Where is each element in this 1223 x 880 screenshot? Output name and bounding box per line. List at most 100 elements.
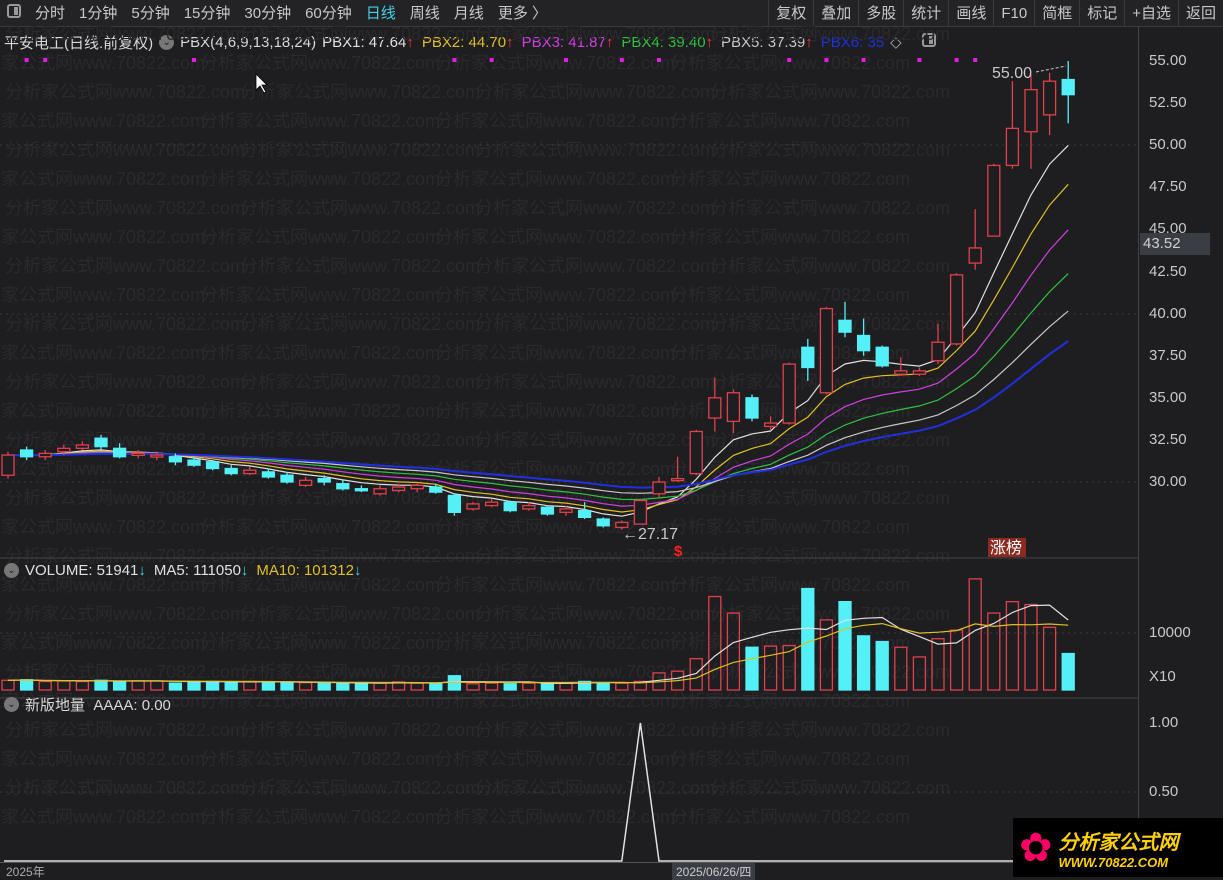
watermark-text: 分析家公式网www.70822.com: [710, 82, 950, 102]
volume-bar: [466, 683, 480, 691]
signal-dot: [619, 58, 624, 62]
watermark-text: 分析家公式网www.70822.com: [670, 633, 910, 653]
volume-bar: [373, 682, 387, 691]
candlestick: [373, 485, 387, 496]
candlestick: [782, 362, 796, 425]
candlestick: [1061, 61, 1075, 124]
volume-bar: [280, 681, 294, 691]
watermark-text: 分析家公式网www.70822.com: [435, 633, 675, 653]
watermark-text: 分析家公式网www.70822.com: [5, 256, 245, 276]
watermark-text: 分析家公式网www.70822.com: [5, 778, 245, 798]
watermark-text: 分析家公式网www.70822.com: [5, 604, 245, 624]
candle-body: [1005, 127, 1020, 167]
watermark-text: 分析家公式网www.70822.com: [200, 633, 440, 653]
volume-bar: [336, 682, 350, 691]
volume-bar: [112, 680, 127, 691]
candle-body: [1061, 78, 1075, 96]
collapse-chevron-icon[interactable]: ⌄: [4, 563, 19, 578]
current-price-label: 43.52: [1140, 233, 1210, 255]
logo-name: 分析家公式网: [1058, 831, 1179, 854]
watermark-text: 分析家公式网www.70822.com: [710, 546, 950, 566]
signal-dot: [824, 58, 829, 62]
candle-body: [243, 469, 257, 475]
volume-bar: [243, 680, 257, 691]
watermark-text: 分析家公式网www.70822.com: [670, 343, 910, 363]
axis-tick: 0.50: [1149, 783, 1179, 800]
watermark-text: 分析家公式网www.70822.com: [475, 24, 715, 44]
candle-body: [633, 499, 648, 525]
volume-bar: [801, 587, 815, 691]
watermark-text: 分析家公式网www.70822.com: [670, 53, 910, 73]
watermark-text: 分析家公式网www.70822.com: [435, 53, 675, 73]
watermark-text: 分析家公式网www.70822.com: [710, 604, 950, 624]
watermark-text: 分析家公式网www.70822.com: [5, 720, 245, 740]
candle-body: [112, 447, 127, 458]
volume-bar: [75, 680, 90, 691]
watermark-text: 分析家公式网www.70822.com: [240, 256, 480, 276]
watermark-text: 分析家公式网www.70822.com: [670, 227, 910, 247]
candle-body: [540, 506, 555, 515]
candle-body: [745, 397, 759, 419]
high-arrow-icon: [1035, 65, 1067, 73]
watermark-text: 分析家公式网www.70822.com: [0, 749, 205, 769]
indicator-value: MA10: 101312↓: [256, 562, 361, 579]
signal-dot: [489, 58, 494, 62]
watermark-text: 分析家公式网www.70822.com: [240, 198, 480, 218]
candlestick: [1005, 81, 1020, 169]
watermark-text: 分析家公式网www.70822.com: [5, 82, 245, 102]
watermark-text: 分析家公式网www.70822.com: [435, 169, 675, 189]
candle-body: [801, 346, 815, 369]
candle-body: [168, 456, 183, 463]
watermark-text: 分析家公式网www.70822.com: [200, 401, 440, 421]
flower-logo-icon: ✿: [1019, 825, 1053, 870]
candle-body: [466, 503, 480, 510]
sub-indicator-header: ⌄ 新版地量 AAAA: 0.00: [4, 694, 171, 715]
candlestick: [336, 480, 350, 491]
watermark-text: 分析家公式网www.70822.com: [710, 720, 950, 740]
low-price-label: ←27.17: [622, 526, 678, 543]
price-tick: 32.50: [1149, 430, 1187, 448]
signal-dot: [657, 58, 661, 62]
candlestick: [131, 450, 145, 459]
candle-body: [429, 486, 443, 493]
candlestick: [466, 502, 480, 511]
candlestick: [503, 500, 517, 513]
candle-body: [782, 363, 796, 424]
candlestick: [912, 367, 927, 376]
candle-body: [1, 454, 15, 476]
volume-bar: [298, 681, 313, 691]
watermark-text: 分析家公式网www.70822.com: [240, 82, 480, 102]
candle-body: [150, 454, 164, 458]
watermark-text: 分析家公式网www.70822.com: [435, 343, 675, 363]
candle-body: [410, 484, 424, 490]
candle-body: [261, 471, 276, 478]
watermark-text: 分析家公式网www.70822.com: [475, 372, 715, 392]
watermark-text: 分析家公式网www.70822.com: [0, 111, 205, 131]
collapse-chevron-icon[interactable]: ⌄: [4, 697, 19, 712]
candle-body: [987, 164, 1001, 237]
candle-body: [280, 474, 294, 483]
candle-body: [875, 346, 889, 367]
candle-body: [819, 307, 834, 394]
watermark-text: 分析家公式网www.70822.com: [200, 807, 440, 827]
watermark-text: 分析家公式网www.70822.com: [200, 169, 440, 189]
watermark-text: 分析家公式网www.70822.com: [710, 140, 950, 160]
watermark-text: 分析家公式网www.70822.com: [475, 720, 715, 740]
signal-dot: [192, 58, 196, 62]
watermark-text: 分析家公式网www.70822.com: [435, 749, 675, 769]
volume-bar: [1042, 626, 1057, 691]
watermark-text: 分析家公式网www.70822.com: [240, 314, 480, 334]
price-chart[interactable]: 分析家公式网www.70822.com分析家公式网www.70822.com分析…: [0, 0, 1138, 862]
axis-tick: 10000: [1149, 624, 1191, 641]
candle-body: [224, 467, 238, 475]
candle-body: [503, 501, 517, 512]
candle-body: [522, 504, 536, 510]
watermark-logo: ✿ 分析家公式网 WWW.70822.COM: [1013, 818, 1223, 877]
volume-bar: [838, 601, 852, 691]
candlestick: [1042, 72, 1057, 136]
watermark-text: 分析家公式网www.70822.com: [475, 430, 715, 450]
candle-body: [931, 341, 945, 362]
toolbar-action-button[interactable]: 返回: [1177, 0, 1223, 27]
candlestick: [1, 451, 15, 479]
watermark-text: 分析家公式网www.70822.com: [670, 517, 910, 537]
